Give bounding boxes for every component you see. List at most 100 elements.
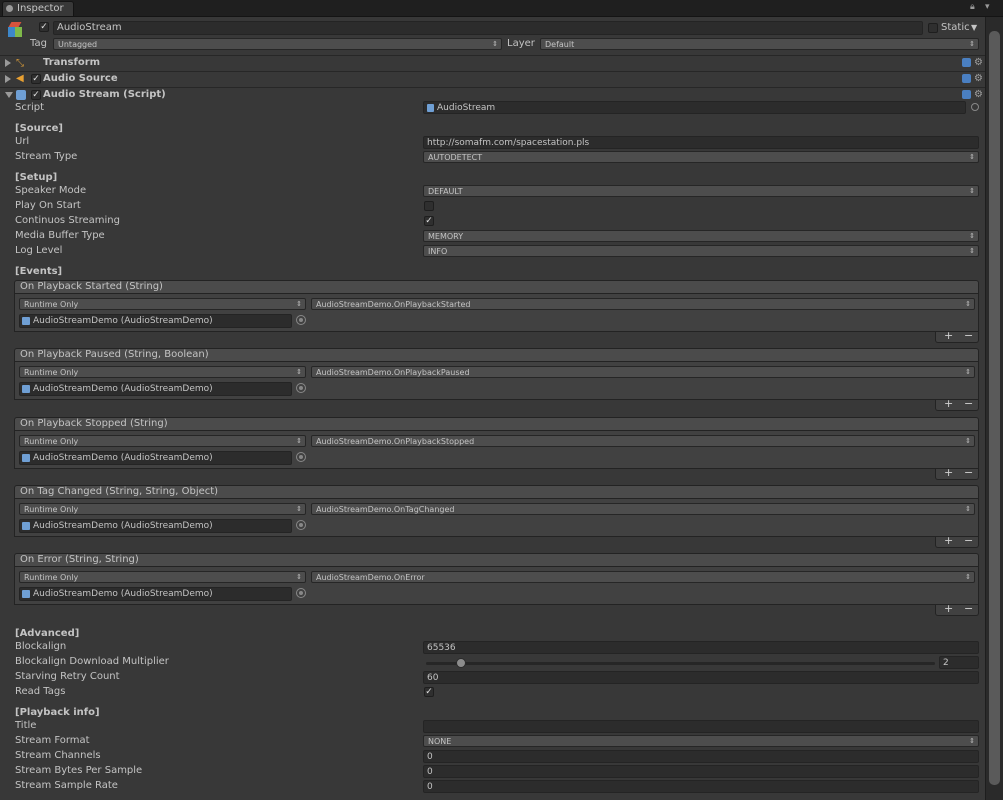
target-object-value: AudioStreamDemo (AudioStreamDemo) — [33, 453, 213, 463]
continuous-streaming-checkbox[interactable]: ✓ — [424, 216, 434, 226]
event-body: Runtime Only ⇕ AudioStreamDemo.OnPlayback… — [14, 431, 979, 469]
stream-format-value: NONE — [428, 737, 452, 746]
continuous-streaming-label: Continuos Streaming — [15, 215, 120, 226]
help-icon[interactable] — [962, 74, 971, 83]
stream-type-dropdown[interactable]: AUTODETECT ⇕ — [423, 151, 979, 163]
tag-value: Untagged — [58, 40, 98, 49]
target-object-value: AudioStreamDemo (AudioStreamDemo) — [33, 521, 213, 531]
tab-menu-icon[interactable]: ▾ — [985, 2, 990, 13]
runtime-value: Runtime Only — [24, 437, 79, 446]
lock-icon[interactable]: 🔒︎ — [970, 2, 975, 13]
remove-listener-button[interactable]: − — [964, 398, 973, 410]
foldout-arrow-icon[interactable] — [5, 75, 11, 83]
runtime-dropdown[interactable]: Runtime Only ⇕ — [19, 298, 306, 310]
speaker-mode-dropdown[interactable]: DEFAULT ⇕ — [423, 185, 979, 197]
target-object-field[interactable]: AudioStreamDemo (AudioStreamDemo) — [19, 451, 292, 465]
multiplier-field[interactable]: 2 — [939, 656, 979, 669]
function-dropdown[interactable]: AudioStreamDemo.OnPlaybackStarted ⇕ — [311, 298, 975, 310]
function-dropdown[interactable]: AudioStreamDemo.OnPlaybackPaused ⇕ — [311, 366, 975, 378]
function-dropdown[interactable]: AudioStreamDemo.OnTagChanged ⇕ — [311, 503, 975, 515]
add-listener-button[interactable]: + — [944, 535, 953, 547]
help-icon[interactable] — [962, 58, 971, 67]
function-dropdown[interactable]: AudioStreamDemo.OnError ⇕ — [311, 571, 975, 583]
inspector-tab[interactable]: Inspector — [2, 1, 74, 16]
media-buffer-type-dropdown[interactable]: MEMORY ⇕ — [423, 230, 979, 242]
foldout-arrow-icon[interactable] — [5, 92, 13, 98]
title-field[interactable] — [423, 720, 979, 733]
stream-bytes-per-sample-field[interactable]: 0 — [423, 765, 979, 778]
url-field[interactable]: http://somafm.com/spacestation.pls — [423, 136, 979, 149]
remove-listener-button[interactable]: − — [964, 535, 973, 547]
static-dropdown-arrow-icon[interactable]: ▼ — [971, 21, 977, 35]
audio-stream-enabled-checkbox[interactable]: ✓ — [31, 90, 41, 100]
gameobject-active-checkbox[interactable]: ✓ — [39, 22, 49, 32]
log-level-value: INFO — [428, 247, 448, 256]
target-object-field[interactable]: AudioStreamDemo (AudioStreamDemo) — [19, 587, 292, 601]
runtime-dropdown[interactable]: Runtime Only ⇕ — [19, 503, 306, 515]
add-listener-button[interactable]: + — [944, 398, 953, 410]
multiplier-slider-track[interactable] — [426, 662, 935, 665]
audio-source-enabled-checkbox[interactable]: ✓ — [31, 74, 41, 84]
runtime-dropdown[interactable]: Runtime Only ⇕ — [19, 571, 306, 583]
target-object-field[interactable]: AudioStreamDemo (AudioStreamDemo) — [19, 519, 292, 533]
stream-type-value: AUTODETECT — [428, 153, 483, 162]
blockalign-label: Blockalign — [15, 641, 67, 652]
add-listener-button[interactable]: + — [944, 603, 953, 615]
play-on-start-label: Play On Start — [15, 200, 81, 211]
object-picker-icon[interactable] — [296, 452, 306, 462]
object-picker-icon[interactable] — [971, 103, 979, 111]
log-level-dropdown[interactable]: INFO ⇕ — [423, 245, 979, 257]
event-list-footer: + − — [935, 467, 979, 480]
gear-icon[interactable]: ⚙ — [974, 56, 983, 69]
blockalign-field[interactable]: 65536 — [423, 641, 979, 654]
remove-listener-button[interactable]: − — [964, 467, 973, 479]
script-field[interactable]: AudioStream — [423, 101, 966, 114]
audio-source-component-header[interactable]: ◀ ✓ Audio Source ⚙ — [0, 71, 985, 86]
object-picker-icon[interactable] — [296, 315, 306, 325]
runtime-dropdown[interactable]: Runtime Only ⇕ — [19, 435, 306, 447]
function-value: AudioStreamDemo.OnPlaybackStarted — [316, 300, 471, 309]
remove-listener-button[interactable]: − — [964, 603, 973, 615]
stream-sample-rate-field[interactable]: 0 — [423, 780, 979, 793]
audio-stream-component-header[interactable]: ✓ Audio Stream (Script) ⚙ — [0, 87, 985, 102]
object-picker-icon[interactable] — [296, 588, 306, 598]
layer-dropdown[interactable]: Default ⇕ — [540, 38, 979, 50]
function-value: AudioStreamDemo.OnPlaybackStopped — [316, 437, 475, 446]
add-listener-button[interactable]: + — [944, 467, 953, 479]
transform-component-header[interactable]: ⤡ Transform ⚙ — [0, 55, 985, 70]
add-listener-button[interactable]: + — [944, 330, 953, 342]
event-body: Runtime Only ⇕ AudioStreamDemo.OnError ⇕ A… — [14, 567, 979, 605]
stream-type-label: Stream Type — [15, 151, 78, 162]
dropdown-arrows-icon: ⇕ — [296, 368, 302, 376]
target-object-field[interactable]: AudioStreamDemo (AudioStreamDemo) — [19, 382, 292, 396]
inspector-scrollbar[interactable] — [985, 17, 1003, 800]
gameobject-cube-icon — [7, 21, 25, 39]
starving-retry-count-label: Starving Retry Count — [15, 671, 120, 682]
event-body: Runtime Only ⇕ AudioStreamDemo.OnTagChang… — [14, 499, 979, 537]
script-label: Script — [15, 102, 45, 113]
dropdown-arrows-icon: ⇕ — [969, 40, 975, 48]
read-tags-checkbox[interactable]: ✓ — [424, 687, 434, 697]
media-buffer-type-label: Media Buffer Type — [15, 230, 105, 241]
gear-icon[interactable]: ⚙ — [974, 88, 983, 101]
object-picker-icon[interactable] — [296, 520, 306, 530]
static-checkbox[interactable] — [928, 23, 938, 33]
gear-icon[interactable]: ⚙ — [974, 72, 983, 85]
object-picker-icon[interactable] — [296, 383, 306, 393]
foldout-arrow-icon[interactable] — [5, 59, 11, 67]
target-object-field[interactable]: AudioStreamDemo (AudioStreamDemo) — [19, 314, 292, 328]
stream-channels-field[interactable]: 0 — [423, 750, 979, 763]
multiplier-slider-handle[interactable] — [456, 658, 466, 668]
stream-format-dropdown[interactable]: NONE ⇕ — [423, 735, 979, 747]
help-icon[interactable] — [962, 90, 971, 99]
remove-listener-button[interactable]: − — [964, 330, 973, 342]
event-list-footer: + − — [935, 330, 979, 343]
runtime-dropdown[interactable]: Runtime Only ⇕ — [19, 366, 306, 378]
event-header: On Playback Paused (String, Boolean) — [14, 348, 979, 362]
play-on-start-checkbox[interactable] — [424, 201, 434, 211]
gameobject-name-field[interactable]: AudioStream — [53, 21, 923, 35]
tag-dropdown[interactable]: Untagged ⇕ — [53, 38, 502, 50]
function-dropdown[interactable]: AudioStreamDemo.OnPlaybackStopped ⇕ — [311, 435, 975, 447]
starving-retry-count-field[interactable]: 60 — [423, 671, 979, 684]
scrollbar-thumb[interactable] — [989, 31, 1000, 785]
